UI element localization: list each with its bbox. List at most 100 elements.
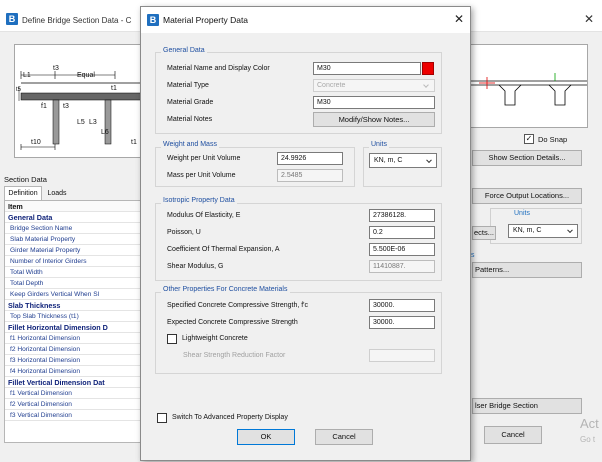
display-color-swatch[interactable] xyxy=(422,62,434,75)
diagram-label-t3: t3 xyxy=(53,65,59,72)
tab-definition[interactable]: Definition xyxy=(4,186,42,200)
diagram-label-t1: t1 xyxy=(111,85,117,92)
material-notes-label: Material Notes xyxy=(167,116,213,123)
general-data-title: General Data xyxy=(161,47,207,54)
do-snap-label: Do Snap xyxy=(538,135,568,144)
grid-row[interactable]: Total Depth xyxy=(5,278,147,289)
shear-modulus-input[interactable]: 11410887. xyxy=(369,260,435,273)
section-data-label: Section Data xyxy=(4,175,47,184)
mass-per-volume-input[interactable]: 2.5485 xyxy=(277,169,343,182)
force-output-locations-button[interactable]: Force Output Locations... xyxy=(472,188,582,204)
lightweight-concrete-checkbox[interactable] xyxy=(167,334,177,344)
diagram-label-equal: Equal xyxy=(77,72,95,79)
diagram-label-f1: f1 xyxy=(41,103,47,110)
chevron-down-icon xyxy=(423,82,429,88)
units-title: Units xyxy=(369,141,389,148)
tab-loads[interactable]: Loads xyxy=(42,188,72,200)
diagram-label-t3b: t3 xyxy=(63,103,69,110)
units-select-background[interactable]: KN, m, C xyxy=(508,224,578,238)
section-preview xyxy=(470,44,588,128)
poisson-label: Poisson, U xyxy=(167,229,201,236)
grid-row[interactable]: Bridge Section Name xyxy=(5,223,147,234)
do-snap-checkbox[interactable]: ✓ xyxy=(524,134,534,144)
show-section-details-button[interactable]: Show Section Details... xyxy=(472,150,582,166)
grid-row[interactable]: f4 Horizontal Dimension xyxy=(5,366,147,377)
grid-row[interactable]: Slab Material Property xyxy=(5,234,147,245)
diagram-label-l3: L3 xyxy=(89,119,97,126)
diagram-label-t1b: t1 xyxy=(131,139,137,146)
background-cancel-button[interactable]: Cancel xyxy=(484,426,542,444)
units-label-background: Units xyxy=(512,210,532,217)
poisson-input[interactable]: 0.2 xyxy=(369,226,435,239)
material-name-label: Material Name and Display Color xyxy=(167,65,270,72)
diagram-label-l5: L5 xyxy=(77,119,85,126)
modulus-input[interactable]: 27386128. xyxy=(369,209,435,222)
diagram-label-t5: t5 xyxy=(16,87,22,93)
specified-fc-input[interactable]: 30000. xyxy=(369,299,435,312)
material-type-value: Concrete xyxy=(317,82,346,89)
grid-row[interactable]: Girder Material Property xyxy=(5,245,147,256)
section-data-grid[interactable]: Item General Data Bridge Section Name Sl… xyxy=(4,200,148,443)
expected-strength-label: Expected Concrete Compressive Strength xyxy=(167,319,298,326)
isotropic-data-title: Isotropic Property Data xyxy=(161,197,237,204)
weight-mass-title: Weight and Mass xyxy=(161,141,219,148)
material-type-select[interactable]: Concrete xyxy=(313,79,435,92)
chevron-down-icon xyxy=(567,227,573,234)
concrete-properties-title: Other Properties For Concrete Materials xyxy=(161,286,290,293)
diagram-label-l6: L6 xyxy=(101,129,109,136)
shear-reduction-label: Shear Strength Reduction Factor xyxy=(183,352,286,359)
material-property-dialog: B Material Property Data ✕ General Data … xyxy=(140,6,471,461)
grid-row[interactable]: Top Slab Thickness (t1) xyxy=(5,311,147,322)
dialog-app-logo-icon: B xyxy=(147,14,159,26)
section-preview-drawing xyxy=(471,73,587,106)
grid-row[interactable]: Fillet Vertical Dimension Dat xyxy=(5,377,147,388)
watermark-line1: Act xyxy=(580,416,599,431)
mass-per-volume-label: Mass per Unit Volume xyxy=(167,172,236,179)
grid-header: Item xyxy=(5,201,147,212)
units-select-value: KN, m, C xyxy=(374,157,403,164)
grid-row[interactable]: General Data xyxy=(5,212,147,223)
weight-per-volume-label: Weight per Unit Volume xyxy=(167,155,241,162)
watermark-line2: Go t xyxy=(580,435,596,444)
shear-modulus-label: Shear Modulus, G xyxy=(167,263,224,270)
grid-row[interactable]: f1 Vertical Dimension xyxy=(5,388,147,399)
grid-row[interactable]: Number of Interior Girders xyxy=(5,256,147,267)
diagram-label-l1: L1 xyxy=(23,72,31,79)
advanced-display-label: Switch To Advanced Property Display xyxy=(172,414,288,421)
thermal-coefficient-input[interactable]: 5.500E-06 xyxy=(369,243,435,256)
chevron-down-icon xyxy=(426,156,432,163)
units-select[interactable]: KN, m, C xyxy=(369,153,437,168)
weight-per-volume-input[interactable]: 24.9926 xyxy=(277,152,343,165)
objects-button[interactable]: ects... xyxy=(472,226,496,240)
modify-show-notes-button[interactable]: Modify/Show Notes... xyxy=(313,112,435,127)
grid-row[interactable]: f3 Horizontal Dimension xyxy=(5,355,147,366)
modulus-label: Modulus Of Elasticity, E xyxy=(167,212,241,219)
material-name-input[interactable]: M30 xyxy=(313,62,421,75)
cancel-button[interactable]: Cancel xyxy=(315,429,373,445)
grid-row[interactable]: f2 Horizontal Dimension xyxy=(5,344,147,355)
side-label-s: s xyxy=(471,252,475,259)
units-select-background-value: KN, m, C xyxy=(513,227,542,234)
dialog-close-icon[interactable]: ✕ xyxy=(454,12,464,26)
expected-strength-input[interactable]: 30000. xyxy=(369,316,435,329)
grid-row[interactable]: Slab Thickness xyxy=(5,300,147,311)
dialog-title: Material Property Data xyxy=(163,15,249,25)
shear-reduction-input xyxy=(369,349,435,362)
grid-row[interactable]: f3 Vertical Dimension xyxy=(5,410,147,421)
thermal-coefficient-label: Coefficient Of Thermal Expansion, A xyxy=(167,246,280,253)
background-close-icon[interactable]: ✕ xyxy=(584,12,594,26)
specified-fc-label: Specified Concrete Compressive Strength,… xyxy=(167,302,309,309)
grid-row[interactable]: Keep Girders Vertical When Sl xyxy=(5,289,147,300)
grid-row[interactable]: Fillet Horizontal Dimension D xyxy=(5,322,147,333)
grid-row[interactable]: f1 Horizontal Dimension xyxy=(5,333,147,344)
user-bridge-section-button[interactable]: lser Bridge Section xyxy=(472,398,582,414)
material-grade-input[interactable]: M30 xyxy=(313,96,435,109)
ok-button[interactable]: OK xyxy=(237,429,295,445)
diagram-label-t10: t10 xyxy=(31,139,41,146)
grid-row[interactable]: Total Width xyxy=(5,267,147,278)
section-diagram: t3 L1 Equal t5 t1 f1 t3 L5 L3 L6 t10 t1 xyxy=(14,44,154,158)
grid-row[interactable]: f2 Vertical Dimension xyxy=(5,399,147,410)
material-type-label: Material Type xyxy=(167,82,209,89)
patterns-button[interactable]: Patterns... xyxy=(472,262,582,278)
advanced-display-checkbox[interactable] xyxy=(157,413,167,423)
